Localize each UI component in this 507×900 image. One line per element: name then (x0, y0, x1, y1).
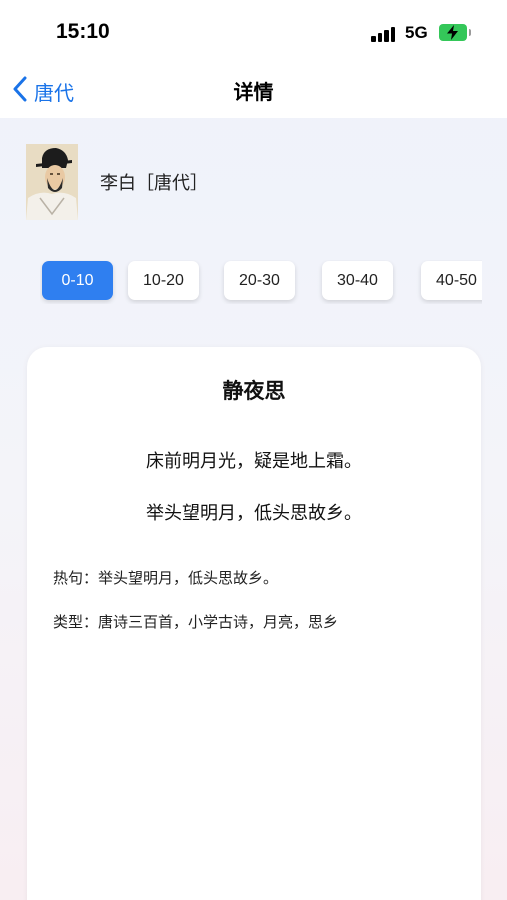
status-time: 15:10 (56, 20, 110, 43)
battery-charging-icon (439, 24, 471, 41)
range-tab-30-40[interactable]: 30-40 (322, 261, 393, 300)
status-bar: 15:10 5G (0, 0, 507, 62)
range-tab-10-20[interactable]: 10-20 (128, 261, 199, 300)
poem-title: 静夜思 (222, 379, 286, 403)
poem-card: 静夜思 床前明月光，疑是地上霜。 举头望明月，低头思故乡。 热句：举头望明月，低… (27, 347, 481, 900)
poem-line: 床前明月光，疑是地上霜。 (146, 451, 362, 472)
page-title: 详情 (233, 80, 274, 104)
range-tab-20-30[interactable]: 20-30 (224, 261, 295, 300)
poem-hot-line: 热句：举头望明月，低头思故乡。 (53, 569, 279, 587)
range-tab-0-10[interactable]: 0-10 (42, 261, 113, 300)
author-portrait (26, 144, 78, 220)
poem-category: 类型：唐诗三百首，小学古诗，月亮，思乡 (53, 613, 339, 631)
back-button[interactable]: 唐代 (12, 76, 74, 106)
back-label: 唐代 (34, 80, 74, 105)
author-header: 李白［唐代］ (26, 144, 208, 220)
network-label: 5G (405, 23, 428, 42)
chevron-left-icon (12, 76, 28, 106)
range-tab-40-50[interactable]: 40-50 (421, 261, 482, 300)
poem-line: 举头望明月，低头思故乡。 (146, 503, 362, 524)
range-tabs: 0-10 10-20 20-30 30-40 40-50 (40, 260, 482, 304)
nav-bar: 详情 唐代 (0, 62, 507, 118)
author-name: 李白［唐代］ (100, 173, 208, 194)
signal-icon (371, 26, 399, 42)
